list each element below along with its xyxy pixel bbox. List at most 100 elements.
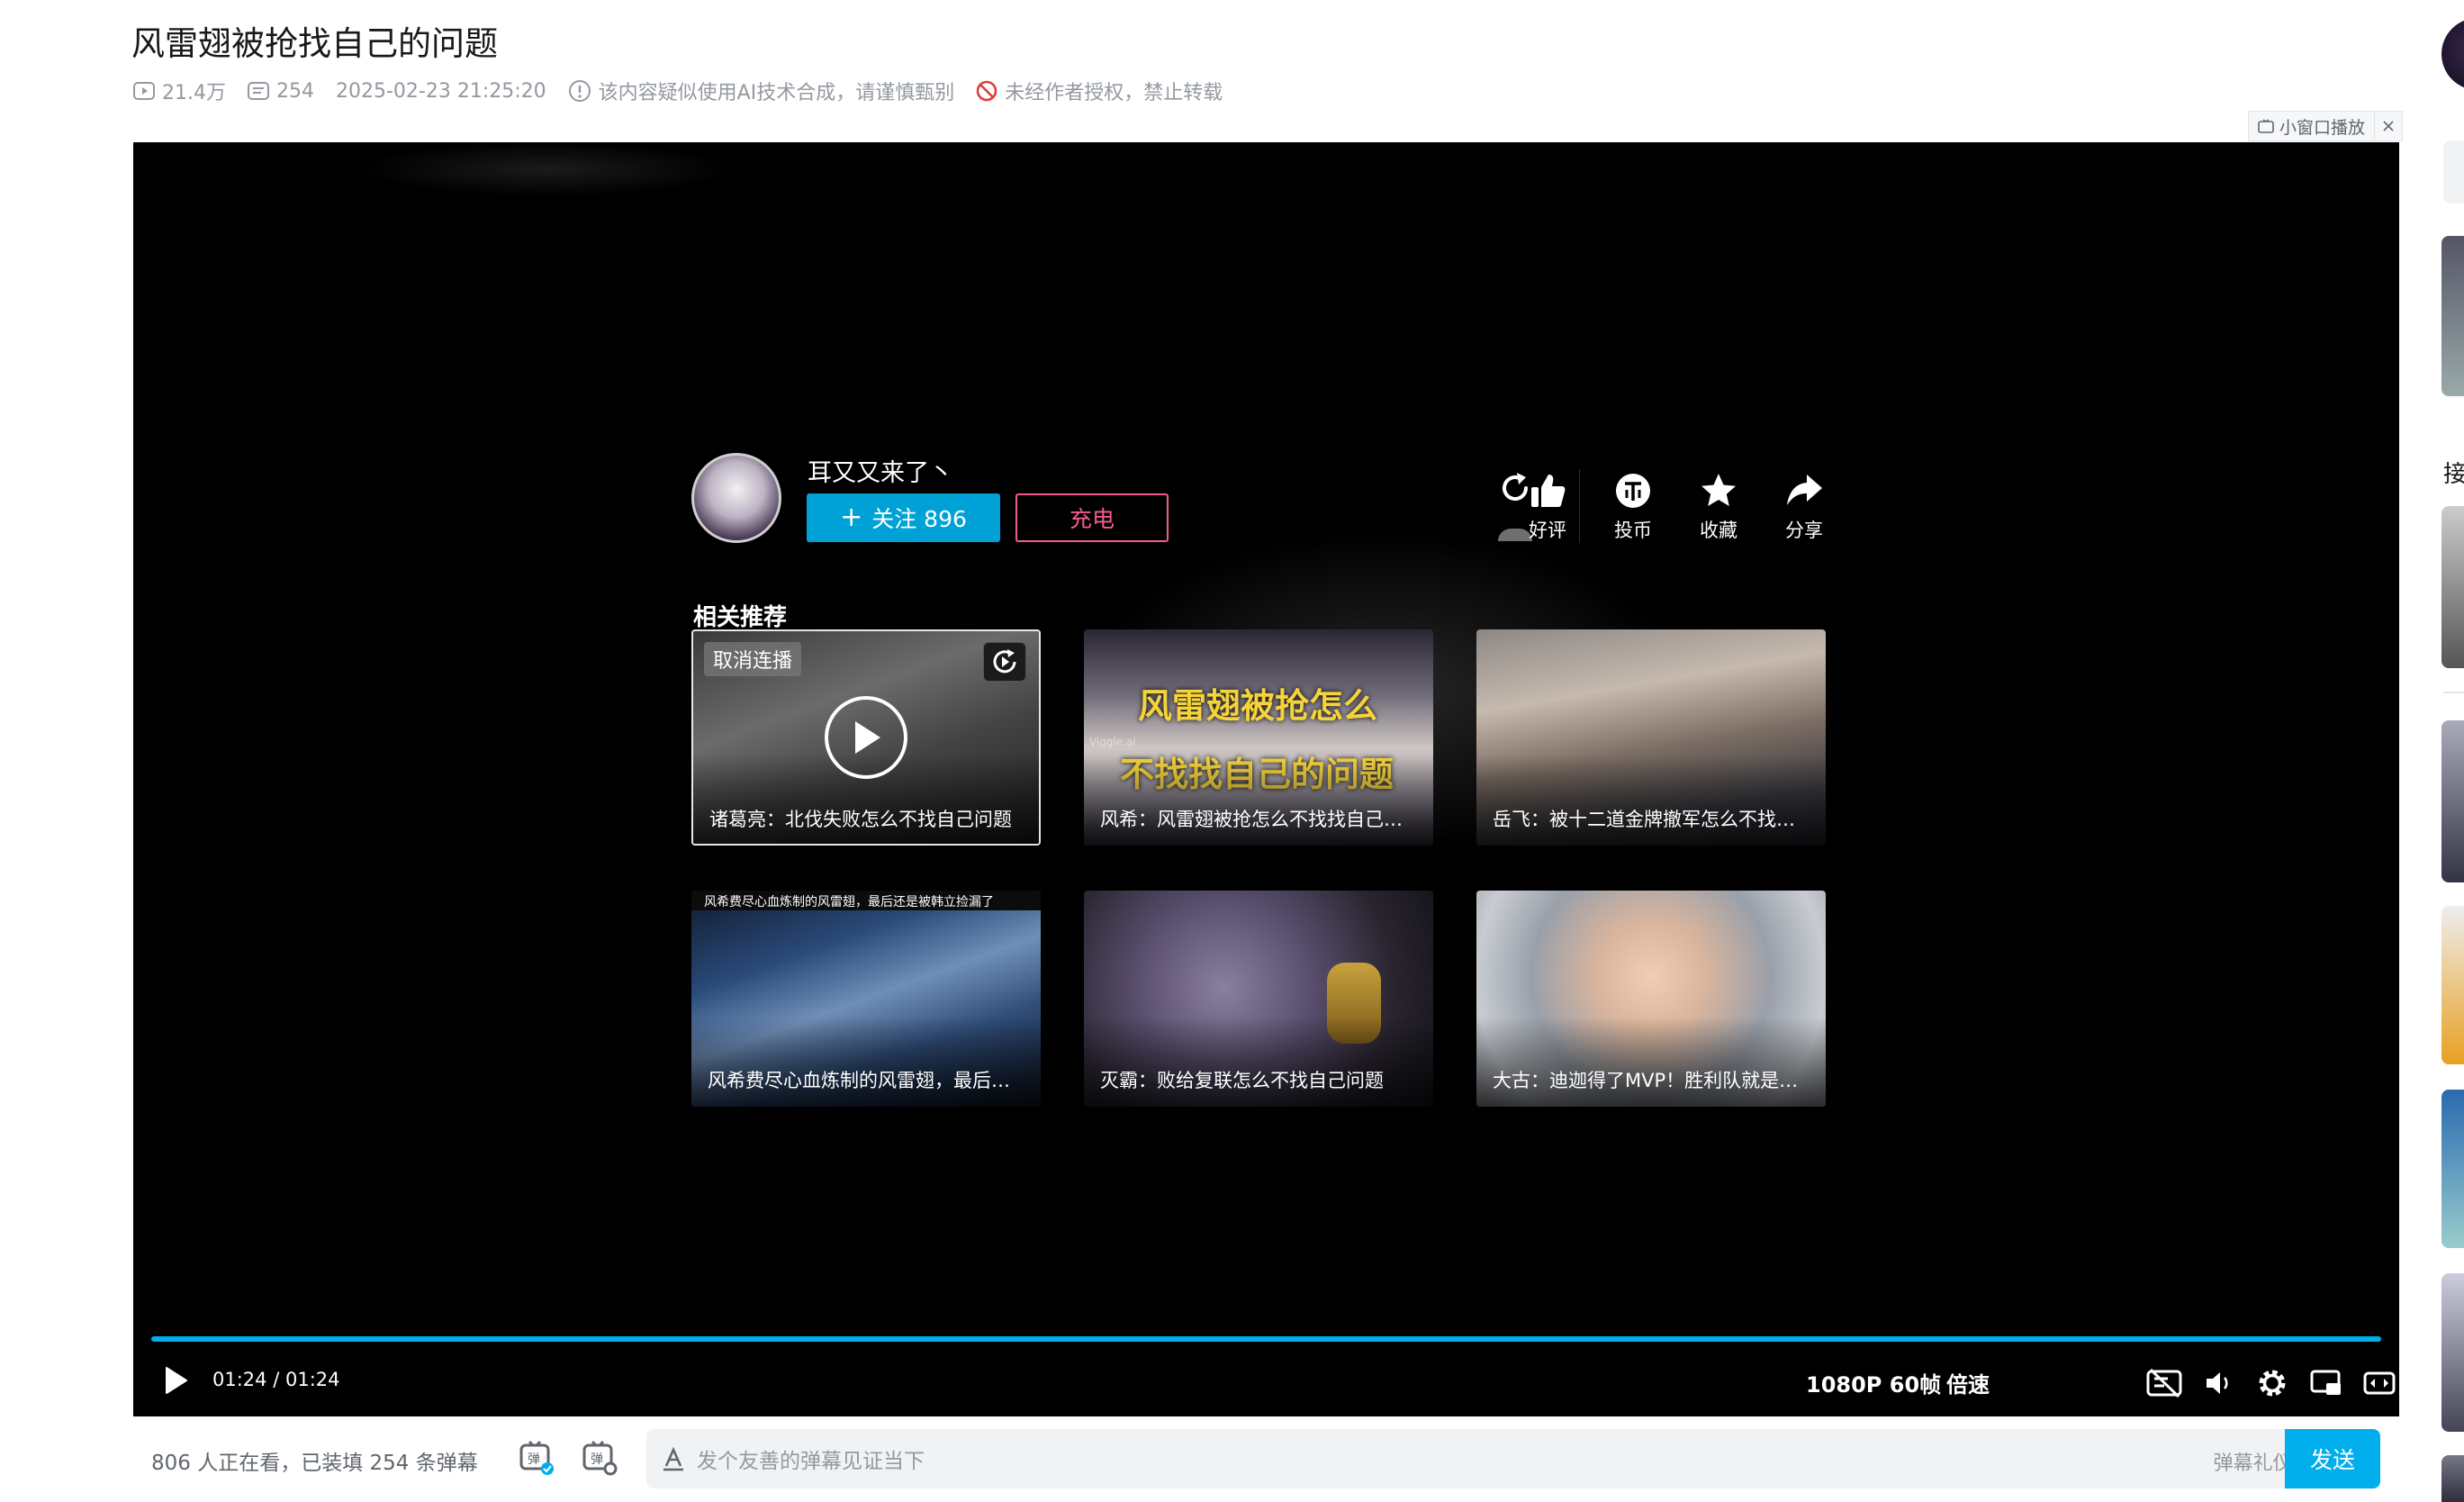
quality-selector[interactable]: 1080P 60帧: [1806, 1367, 1941, 1398]
follow-button[interactable]: + 关注 896: [807, 493, 1000, 542]
speed-selector[interactable]: 倍速: [1946, 1367, 1990, 1398]
related-title: 相关推荐: [693, 604, 788, 631]
thumbnail-caption: 风希费尽心血炼制的风雷翅，最后还是被韩立捡漏了: [704, 895, 994, 909]
sidebar-thumbnail[interactable]: [2441, 1273, 2464, 1432]
duration: 01:24: [284, 1369, 340, 1390]
card-title: 岳飞：被十二道金牌撤军怎么不找找自己的问题: [1493, 809, 1813, 830]
related-video-card[interactable]: 风希费尽心血炼制的风雷翅，最后还是被韩立捡漏了 风希费尽心血炼制的风雷翅，最后还…: [691, 891, 1041, 1107]
related-video-card[interactable]: 风雷翅被抢怎么 不找找自己的问题 Viggle.ai 风希：风雷翅被抢怎么不找找…: [1084, 629, 1433, 846]
danmaku-input[interactable]: 发个友善的弹幕见证当下 弹幕礼仪 >: [646, 1429, 2339, 1488]
gear-icon: [2259, 1370, 2286, 1397]
danmaku-bar: 806 人正在看，已装填 254 条弹幕 弹 弹 发个友善的弹幕见证当下 弹幕礼…: [133, 1416, 2399, 1502]
widescreen-icon: [2363, 1371, 2396, 1395]
related-video-card[interactable]: 灭霸：败给复联怎么不找自己问题: [1084, 891, 1433, 1107]
coin-label: 投币: [1614, 520, 1652, 541]
current-time: 01:24: [212, 1369, 267, 1390]
repost-notice: 未经作者授权，禁止转载: [976, 77, 1223, 105]
favorite-button[interactable]: 收藏: [1683, 471, 1755, 543]
sidebar-card[interactable]: [2443, 140, 2464, 204]
time-separator: /: [273, 1369, 280, 1390]
like-label: 好评: [1529, 520, 1566, 541]
view-count-text: 21.4万: [162, 82, 226, 104]
danmaku-off-icon: [2146, 1368, 2182, 1398]
card-title: 诸葛亮：北伐失败怎么不找自己问题: [709, 809, 1012, 830]
uploader-name[interactable]: 耳又又来了丶: [808, 453, 953, 488]
info-icon: [568, 80, 591, 102]
sidebar-thumbnail[interactable]: [2441, 236, 2464, 396]
play-icon[interactable]: [825, 696, 907, 779]
play-count-icon: [133, 82, 155, 100]
uploader-avatar[interactable]: [691, 453, 781, 543]
view-count: 21.4万: [133, 77, 226, 105]
thumbnail-overlay-text: 风雷翅被抢怎么: [1138, 686, 1378, 726]
danmaku-settings-icon[interactable]: 弹: [582, 1440, 618, 1476]
mini-player-button[interactable]: 小窗口播放: [2249, 112, 2376, 140]
like-button[interactable]: 好评: [1512, 471, 1584, 543]
play-triangle-icon: [855, 721, 880, 754]
picture-in-picture-icon: [2310, 1370, 2341, 1395]
mini-player-label: 小窗口播放: [2279, 117, 2366, 138]
related-video-card[interactable]: 岳飞：被十二道金牌撤军怎么不找找自己的问题: [1476, 629, 1826, 846]
coin-icon: [1616, 474, 1650, 508]
play-button[interactable]: [162, 1365, 189, 1399]
card-title: 大古：迪迦得了MVP！胜利队就是摆设: [1493, 1070, 1813, 1091]
play-icon: [166, 1367, 187, 1394]
sidebar-thumbnail[interactable]: [2441, 906, 2464, 1064]
charge-button[interactable]: 充电: [1015, 493, 1169, 542]
svg-text:弹: 弹: [591, 1452, 603, 1467]
card-title: 风希费尽心血炼制的风雷翅，最后还是被韩立捡漏了: [708, 1070, 1028, 1091]
sidebar-thumbnail[interactable]: [2441, 506, 2464, 668]
video-meta: 21.4万 254 2025-02-23 21:25:20 该内容疑似使用AI技…: [133, 77, 1244, 104]
ai-notice: 该内容疑似使用AI技术合成，请谨慎甄别: [568, 77, 954, 105]
thumb-up-icon: [1531, 475, 1566, 507]
related-video-card[interactable]: 取消连播 诸葛亮：北伐失败怎么不找自己问题: [691, 629, 1041, 846]
sidebar-thumbnail[interactable]: [2441, 1455, 2464, 1502]
publish-time-text: 2025-02-23 21:25:20: [336, 79, 546, 103]
share-button[interactable]: 分享: [1768, 471, 1840, 543]
favorite-label: 收藏: [1700, 520, 1737, 541]
user-avatar[interactable]: [2441, 18, 2464, 90]
watermark: Viggle.ai: [1089, 736, 1136, 748]
danmaku-on-icon[interactable]: 弹: [519, 1440, 555, 1476]
sidebar-divider: [2443, 692, 2464, 693]
widescreen-button[interactable]: [2361, 1365, 2397, 1401]
settings-button[interactable]: [2254, 1365, 2290, 1401]
progress-bar[interactable]: [151, 1336, 2381, 1342]
danmaku-count: 254: [248, 80, 314, 103]
mini-player-toggle: 小窗口播放: [2248, 111, 2404, 141]
card-title: 灭霸：败给复联怎么不找自己问题: [1100, 1070, 1384, 1091]
tv-icon: [2258, 119, 2274, 133]
right-sidebar: 接: [2438, 0, 2464, 1502]
volume-icon: [2207, 1372, 2228, 1394]
related-video-card[interactable]: 大古：迪迦得了MVP！胜利队就是摆设: [1476, 891, 1826, 1107]
coin-button[interactable]: 投币: [1597, 471, 1669, 543]
forbidden-icon: [976, 80, 997, 102]
danmaku-placeholder: 发个友善的弹幕见证当下: [697, 1450, 925, 1473]
mini-player-close-button[interactable]: [2375, 112, 2402, 140]
pip-button[interactable]: [2308, 1365, 2344, 1401]
plus-icon: +: [840, 502, 863, 533]
sidebar-thumbnail[interactable]: [2441, 1090, 2464, 1248]
danmaku-count-text: 254: [276, 79, 314, 103]
danmaku-count-icon: [248, 82, 269, 100]
cancel-autoplay-button[interactable]: 取消连播: [704, 642, 802, 676]
sidebar-thumbnail[interactable]: [2441, 720, 2464, 882]
send-button[interactable]: 发送: [2285, 1429, 2380, 1488]
text-style-icon[interactable]: [661, 1446, 686, 1471]
video-title: 风雷翅被抢找自己的问题: [131, 24, 498, 63]
svg-text:弹: 弹: [528, 1452, 540, 1467]
follow-label: 关注 896: [871, 506, 967, 532]
volume-button[interactable]: [2201, 1365, 2237, 1401]
sidebar-heading: 接: [2443, 461, 2464, 488]
danmaku-toggle-button[interactable]: [2146, 1365, 2182, 1401]
share-icon: [1787, 475, 1822, 505]
video-player[interactable]: 耳又又来了丶 + 关注 896 充电 好评 投币 收藏 分享 相关推荐 取消连播: [133, 142, 2399, 1416]
card-title: 风希：风雷翅被抢怎么不找找自己的问题: [1100, 809, 1421, 830]
time-display: 01:24 / 01:24: [212, 1369, 340, 1390]
share-label: 分享: [1785, 520, 1823, 541]
autoplay-icon[interactable]: [983, 642, 1026, 682]
autoplay-loop-icon: [993, 649, 1016, 674]
publish-time: 2025-02-23 21:25:20: [336, 80, 546, 103]
star-icon: [1701, 474, 1736, 506]
close-icon: [2383, 121, 2394, 131]
